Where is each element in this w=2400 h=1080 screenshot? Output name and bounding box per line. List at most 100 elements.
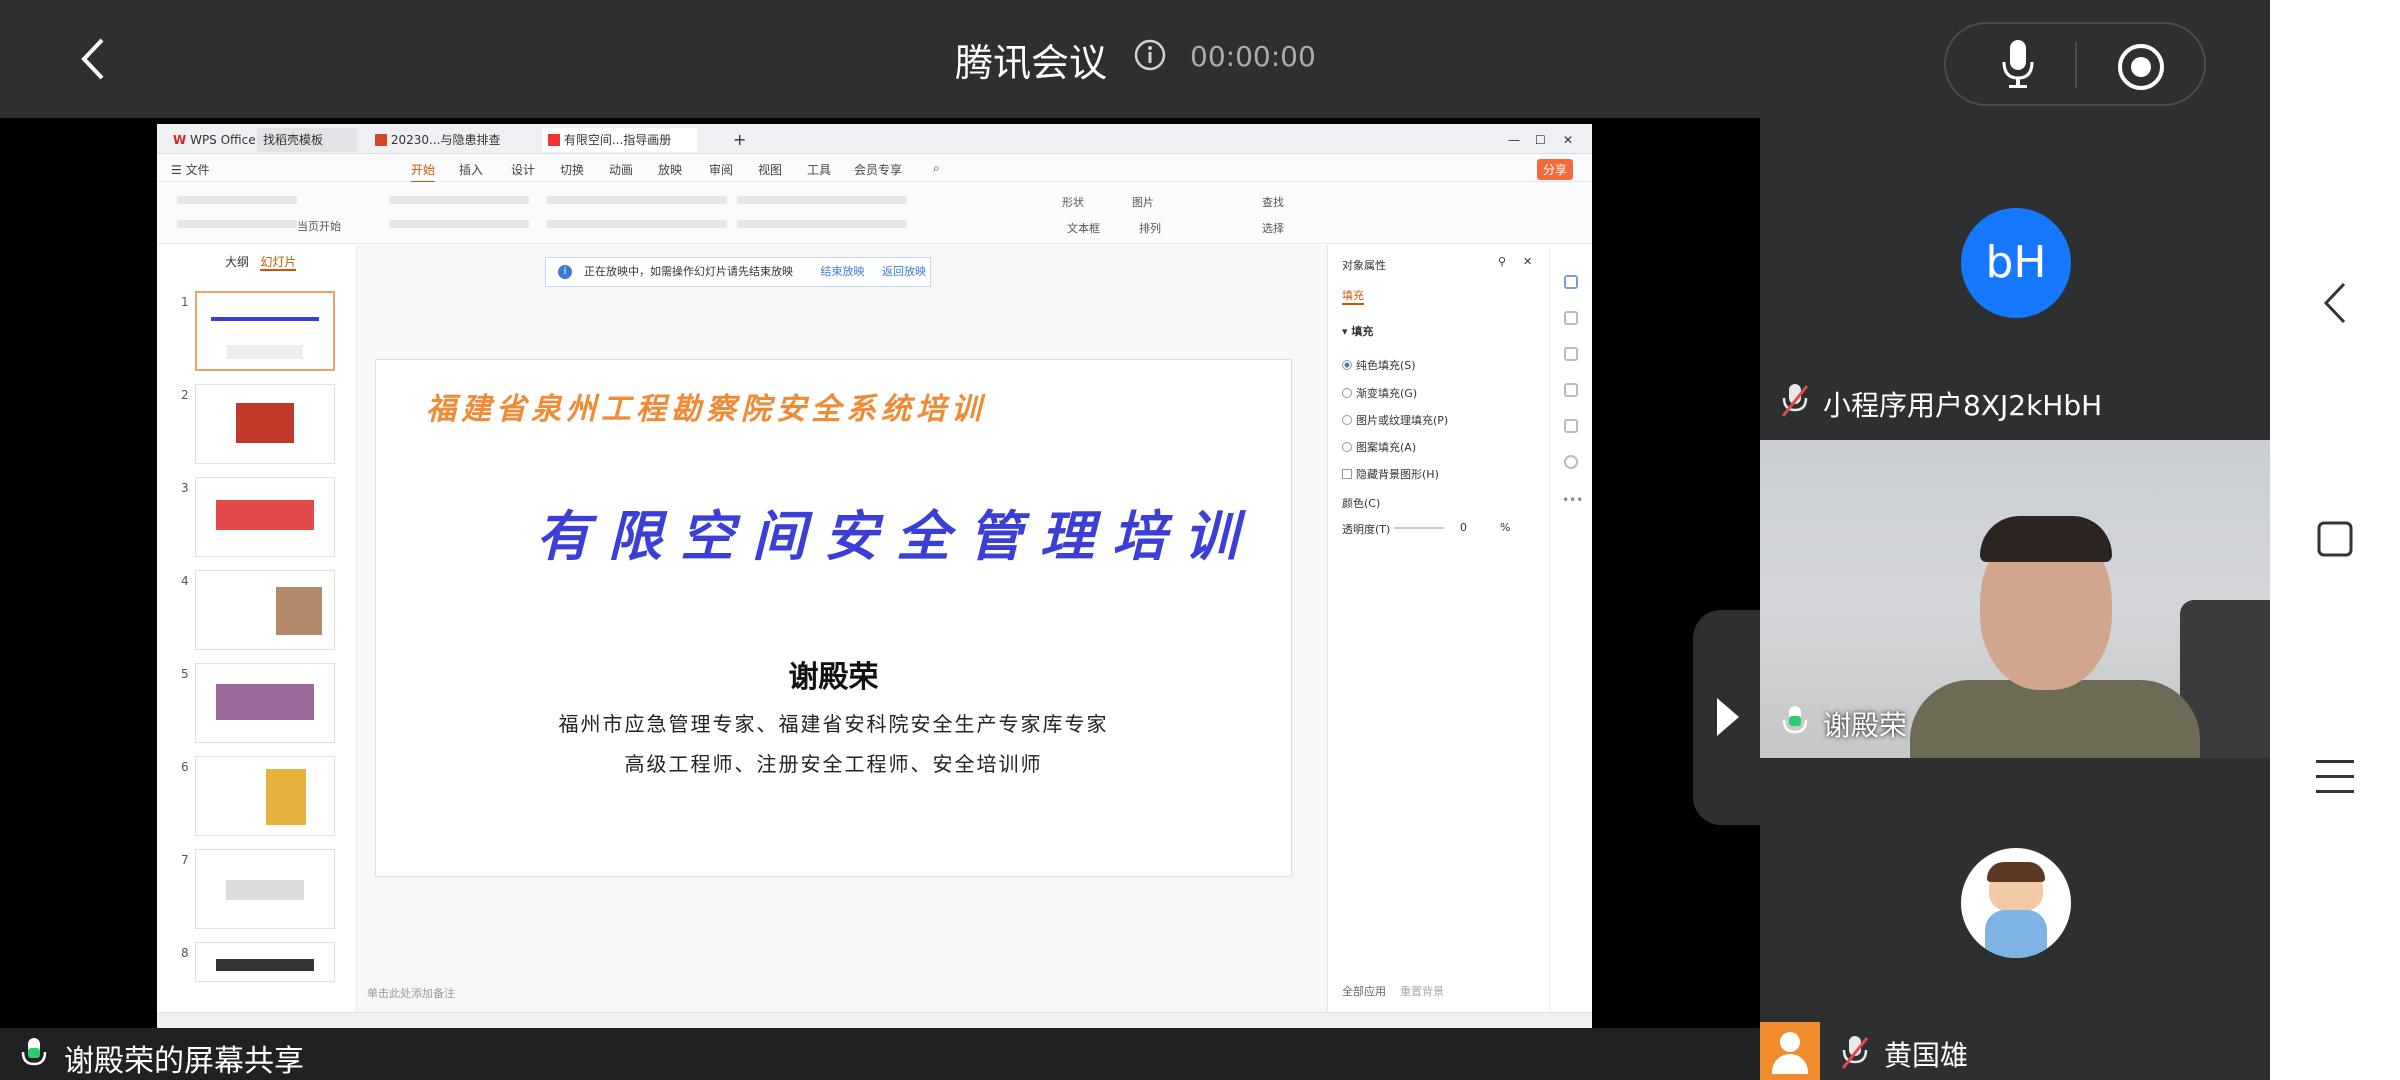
participant-tile[interactable]: bH 小程序用户8XJ2kHbH — [1760, 118, 2270, 438]
slide-thumbnail[interactable] — [195, 663, 335, 743]
slide-thumbnail[interactable] — [195, 942, 335, 982]
tool-icon[interactable] — [1564, 419, 1578, 433]
apply-all-button[interactable]: 全部应用 — [1342, 983, 1386, 999]
color-label: 颜色(C) — [1342, 497, 1381, 510]
mic-muted-icon — [1841, 1036, 1869, 1069]
props-tab-fill[interactable]: 填充 — [1342, 287, 1364, 305]
ribbon-slide-group — [389, 196, 529, 204]
wps-window: W WPS Office 找稻壳模板 20230...与隐患排查 有限空间...… — [157, 124, 1592, 1030]
tool-icon[interactable] — [1564, 311, 1578, 325]
slide-number: 4 — [181, 574, 189, 588]
slide-number: 6 — [181, 760, 189, 774]
wps-file-icon — [548, 134, 560, 146]
microphone-icon[interactable] — [2000, 38, 2036, 90]
ribbon-select[interactable]: 选择 — [1262, 220, 1284, 236]
close-window-icon[interactable]: ✕ — [1557, 128, 1579, 152]
fill-section-header[interactable]: ▾ 填充 — [1342, 323, 1373, 339]
slide-editor: i 正在放映中，如需操作幻灯片请先结束放映 结束放映 返回放映 福建省泉州工程勘… — [357, 245, 1357, 1012]
menu-home[interactable]: 开始 — [411, 161, 436, 183]
ribbon-find[interactable]: 查找 — [1262, 194, 1284, 210]
help-icon[interactable] — [1564, 455, 1578, 469]
new-tab-button[interactable]: + — [727, 128, 752, 152]
maximize-icon[interactable]: ☐ — [1529, 128, 1552, 152]
slide-thumbnail[interactable] — [195, 756, 335, 836]
tab-wps-office[interactable]: W WPS Office — [167, 128, 262, 152]
menu-insert[interactable]: 插入 — [459, 161, 483, 178]
wps-menu-bar: ☰ 文件 开始 插入 设计 切换 动画 放映 审阅 视图 工具 会员专享 ⌕ 分… — [157, 154, 1592, 183]
current-slide[interactable]: 福建省泉州工程勘察院安全系统培训 有限空间安全管理培训 谢殿荣 福州市应急管理专… — [375, 359, 1292, 877]
tab-label: 20230...与隐患排查 — [390, 133, 501, 147]
tool-icon[interactable] — [1564, 383, 1578, 397]
slide-thumbnail[interactable] — [195, 291, 335, 371]
more-icon[interactable]: ••• — [1562, 493, 1583, 507]
transparency-value[interactable]: 0 — [1460, 521, 1467, 534]
tab-document[interactable]: 20230...与隐患排查 — [369, 128, 506, 152]
ribbon-font-group — [547, 220, 727, 228]
option-solid-fill[interactable]: 纯色填充(S) — [1342, 357, 1416, 373]
ribbon-paragraph-group — [737, 220, 907, 228]
tool-icon[interactable] — [1564, 347, 1578, 361]
ribbon-picture[interactable]: 图片 — [1132, 194, 1154, 210]
slide-thumbnail[interactable] — [195, 384, 335, 464]
share-button[interactable]: 分享 — [1537, 159, 1574, 180]
participant-name: 谢殿荣 — [1823, 709, 1908, 742]
menu-animation[interactable]: 动画 — [609, 161, 633, 178]
menu-review[interactable]: 审阅 — [709, 161, 733, 178]
transparency-slider[interactable] — [1394, 527, 1444, 529]
return-slideshow-link[interactable]: 返回放映 — [882, 265, 926, 278]
notes-placeholder[interactable]: 单击此处添加备注 — [367, 985, 455, 1001]
participant-avatar[interactable] — [1961, 848, 2071, 958]
ribbon-textbox[interactable]: 文本框 — [1067, 220, 1100, 236]
ribbon-clipboard-group — [177, 196, 297, 204]
nav-home-icon[interactable] — [2316, 520, 2354, 558]
search-icon[interactable]: ⌕ — [933, 161, 940, 176]
tab-template[interactable]: 找稻壳模板 — [257, 128, 357, 152]
panel-tabs: 大纲 幻灯片 — [225, 253, 297, 271]
mic-active-icon — [1782, 706, 1808, 734]
reset-background-button[interactable]: 重置背景 — [1400, 983, 1444, 999]
option-label: 隐藏背景图形(H) — [1356, 468, 1439, 481]
slide-line-1: 福州市应急管理专家、福建省安科院安全生产专家库专家 — [558, 712, 1109, 736]
nav-back-icon[interactable] — [2322, 280, 2348, 326]
video-person — [1980, 516, 2112, 562]
minimize-icon[interactable]: — — [1502, 128, 1526, 152]
option-hide-bg[interactable]: 隐藏背景图形(H) — [1342, 466, 1439, 482]
transparency-unit: % — [1500, 521, 1511, 534]
pin-icon[interactable]: ⚲ — [1498, 255, 1506, 268]
menu-design[interactable]: 设计 — [511, 161, 535, 178]
menu-tools[interactable]: 工具 — [807, 161, 831, 178]
participant-video[interactable]: 谢殿荣 — [1760, 440, 2270, 758]
close-panel-icon[interactable]: ✕ — [1523, 255, 1532, 268]
toggle-sidebar-button[interactable] — [1693, 610, 1760, 825]
slide-thumbnail[interactable] — [195, 570, 335, 650]
tab-label: 找稻壳模板 — [263, 133, 324, 147]
nav-menu-icon[interactable] — [2316, 758, 2354, 794]
menu-slideshow[interactable]: 放映 — [658, 161, 682, 178]
tab-presentation[interactable]: 有限空间...指导画册 — [542, 128, 697, 152]
tab-slides[interactable]: 幻灯片 — [260, 255, 297, 271]
option-picture-fill[interactable]: 图片或纹理填充(P) — [1342, 412, 1448, 428]
menu-transition[interactable]: 切换 — [560, 161, 584, 178]
participant-tile-bottom[interactable]: 黄国雄 — [1760, 1022, 2270, 1080]
slide-thumbnail[interactable] — [195, 477, 335, 557]
back-arrow-icon[interactable] — [70, 34, 120, 84]
tab-outline[interactable]: 大纲 — [225, 255, 249, 269]
ribbon-font-group — [547, 196, 727, 204]
option-pattern-fill[interactable]: 图案填充(A) — [1342, 439, 1416, 455]
slideshow-banner: i 正在放映中，如需操作幻灯片请先结束放映 结束放映 返回放映 — [545, 257, 931, 287]
ribbon-shape[interactable]: 形状 — [1062, 194, 1084, 210]
option-gradient-fill[interactable]: 渐变填充(G) — [1342, 385, 1417, 401]
option-label: 图案填充(A) — [1356, 441, 1417, 454]
ribbon-arrange[interactable]: 排列 — [1139, 220, 1161, 236]
info-icon[interactable] — [1133, 38, 1167, 72]
ribbon-from-current[interactable]: 当页开始 — [297, 218, 341, 234]
menu-view[interactable]: 视图 — [758, 161, 782, 178]
menu-member[interactable]: 会员专享 — [854, 161, 902, 178]
slide-thumbnail[interactable] — [195, 849, 335, 929]
record-icon[interactable] — [2116, 42, 2166, 92]
end-slideshow-link[interactable]: 结束放映 — [821, 265, 865, 278]
menu-file[interactable]: ☰ 文件 — [171, 161, 210, 178]
slide-number: 7 — [181, 853, 189, 867]
play-arrow-icon — [1717, 698, 1739, 736]
properties-tool-icon[interactable] — [1564, 275, 1578, 289]
